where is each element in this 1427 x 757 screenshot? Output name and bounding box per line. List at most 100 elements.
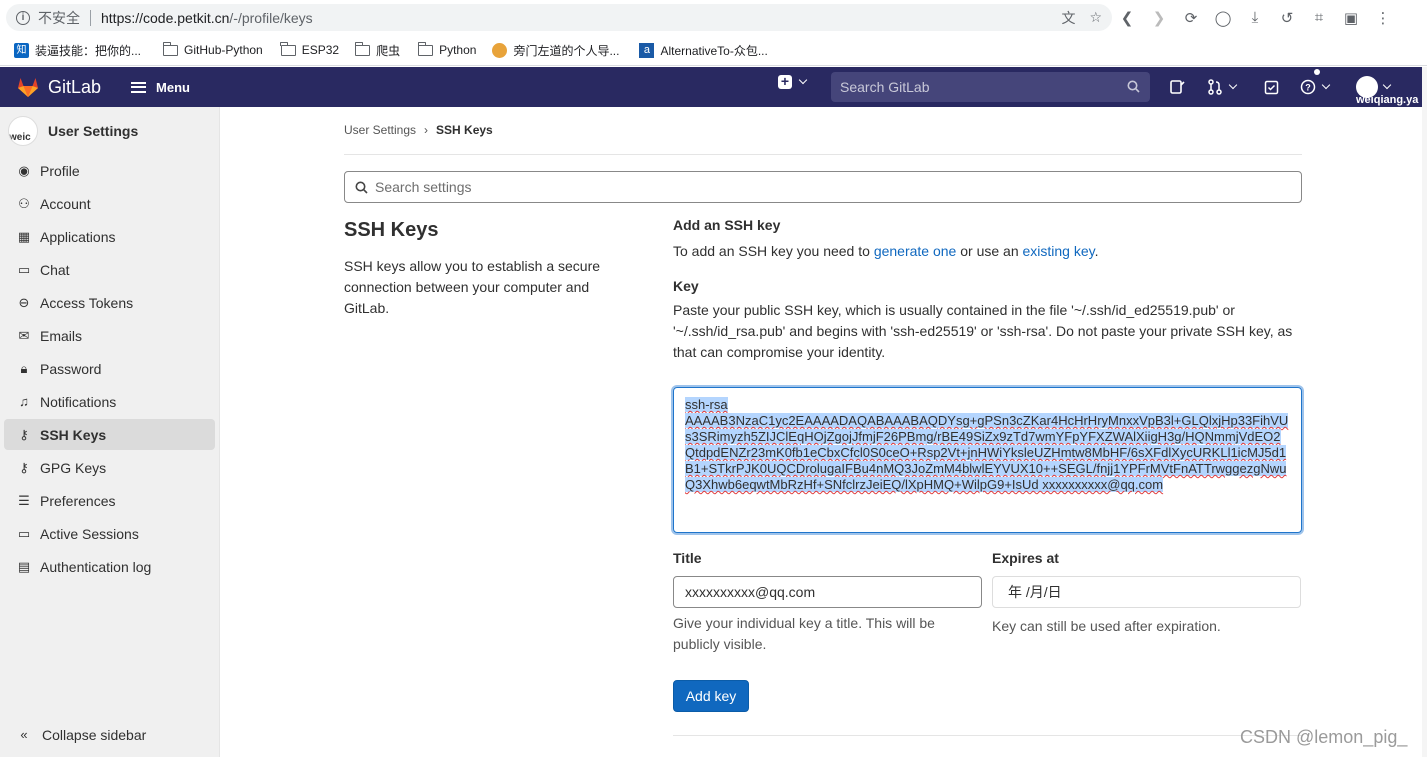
sidebar-item-chat[interactable]: ▭ Chat <box>4 254 215 285</box>
collapse-sidebar-button[interactable]: « Collapse sidebar <box>4 719 146 750</box>
more-icon[interactable]: ⋮ <box>1367 0 1399 35</box>
settings-sidebar: weic User Settings ◉ Profile ⚇ Account ▦ Ap… <box>0 107 220 757</box>
bookmark[interactable]: a AlternativeTo-众包... <box>639 40 768 60</box>
log-icon: ▤ <box>17 558 31 574</box>
bookmark[interactable]: GitHub-Python <box>162 40 263 60</box>
back-extension-icon[interactable]: ❮ <box>1111 0 1143 35</box>
forward-extension-icon[interactable]: ❯ <box>1143 0 1175 35</box>
chat-icon: ▭ <box>17 261 31 277</box>
bookmark[interactable]: 爬虫 <box>354 40 401 60</box>
search-placeholder: Search GitLab <box>840 79 930 95</box>
merge-requests-icon[interactable] <box>1207 77 1238 97</box>
bookmark-label: GitHub-Python <box>184 43 263 57</box>
notification-dot <box>1314 69 1320 75</box>
add-key-button[interactable]: Add key <box>673 680 749 712</box>
alternativeto-icon: a <box>639 42 655 58</box>
undo-icon[interactable]: ↺ <box>1271 0 1303 35</box>
search-icon <box>1127 80 1140 96</box>
sidebar-item-label: Notifications <box>40 393 117 410</box>
search-gitlab-input[interactable]: Search GitLab <box>831 72 1150 102</box>
menu-button[interactable]: Menu <box>131 80 190 95</box>
bell-icon: ♫ <box>19 394 29 409</box>
hamburger-icon <box>131 81 147 93</box>
key-icon: ⚷ <box>19 426 29 442</box>
bookmark-label: 装逼技能：把你的... <box>35 43 142 58</box>
chevron-down-icon <box>798 75 808 85</box>
expires-label: Expires at <box>992 550 1059 566</box>
sidebar-item-label: Profile <box>40 162 80 179</box>
chevron-down-icon <box>1382 80 1392 90</box>
section-description: SSH keys allow you to establish a secure… <box>344 258 601 316</box>
sidebar-item-active-sessions[interactable]: ▭ Active Sessions <box>4 518 215 549</box>
expires-date-input[interactable]: 年 /月/日 <box>992 576 1301 608</box>
bookmark-label: AlternativeTo-众包... <box>660 43 768 58</box>
form-intro: To add an SSH key you need to generate o… <box>673 241 1302 262</box>
info-icon[interactable]: i <box>16 10 30 25</box>
sidebar-item-label: Applications <box>40 228 116 245</box>
sidebar-item-label: Password <box>40 360 102 377</box>
intro-text: or use an <box>956 243 1023 259</box>
profile-extension-icon[interactable]: ◯ <box>1207 0 1239 35</box>
generate-one-link[interactable]: generate one <box>874 243 957 259</box>
sidebar-item-password[interactable]: 🔒︎ Password <box>4 353 215 384</box>
sidebar-item-ssh-keys[interactable]: ⚷ SSH Keys <box>4 419 215 450</box>
gitlab-logo[interactable]: GitLab <box>16 75 101 99</box>
crop-icon[interactable]: ⌗ <box>1303 0 1335 35</box>
divider <box>90 9 91 26</box>
url-host: https://code.petkit.cn <box>101 9 230 26</box>
image-icon[interactable]: ▣ <box>1335 0 1367 35</box>
star-icon[interactable]: ☆ <box>1089 9 1102 26</box>
url-text[interactable]: https://code.petkit.cn/-/profile/keys <box>101 10 313 26</box>
search-icon <box>355 181 368 194</box>
title-input[interactable]: xxxxxxxxxx@qq.com <box>673 576 982 608</box>
sidebar-item-preferences[interactable]: ☰ Preferences <box>4 485 215 516</box>
add-ssh-key-form: Add an SSH key To add an SSH key you nee… <box>673 217 1302 712</box>
bookmark[interactable]: 旁门左道的个人导... <box>492 40 619 60</box>
bookmark-label: 爬虫 <box>376 43 401 58</box>
cat-icon <box>492 42 508 58</box>
page-scrollbar[interactable] <box>1422 67 1427 757</box>
sidebar-item-emails[interactable]: ✉ Emails <box>4 320 215 351</box>
sidebar-item-label: Preferences <box>40 492 116 509</box>
mail-icon: ✉ <box>18 327 30 343</box>
chevron-down-icon <box>1228 80 1238 90</box>
bookmark[interactable]: ESP32 <box>280 40 340 60</box>
bookmark-label: Python <box>439 43 477 57</box>
bookmark-label: ESP32 <box>301 43 340 57</box>
bookmark[interactable]: Python <box>417 40 477 60</box>
title-label: Title <box>673 550 702 566</box>
avatar: weic <box>8 116 38 146</box>
sidebar-item-authentication-log[interactable]: ▤ Authentication log <box>4 551 215 582</box>
existing-key-link[interactable]: existing key <box>1023 243 1095 259</box>
user-circle-icon: ◉ <box>18 162 30 178</box>
sidebar-item-access-tokens[interactable]: ⊖ Access Tokens <box>4 287 215 318</box>
key-icon: ⚷ <box>19 459 29 475</box>
reload-extension-icon[interactable]: ⟳ <box>1175 0 1207 35</box>
new-dropdown-button[interactable]: + <box>778 74 808 89</box>
token-icon: ⊖ <box>18 294 30 310</box>
page-title: SSH Keys <box>344 219 439 241</box>
plus-icon: + <box>778 74 792 89</box>
download-icon[interactable]: ⤓ <box>1239 0 1271 35</box>
sidebar-item-notifications[interactable]: ♫ Notifications <box>4 386 215 417</box>
search-settings-input[interactable]: Search settings <box>344 171 1302 203</box>
help-icon[interactable]: ? <box>1300 77 1331 97</box>
sidebar-item-applications[interactable]: ▦ Applications <box>4 221 215 252</box>
sidebar-item-account[interactable]: ⚇ Account <box>4 188 215 219</box>
sidebar-item-profile[interactable]: ◉ Profile <box>4 155 215 186</box>
sidebar-header[interactable]: weic User Settings <box>0 107 219 155</box>
chevron-down-icon <box>1321 80 1331 90</box>
address-bar[interactable]: i 不安全 https://code.petkit.cn/-/profile/k… <box>6 4 1112 31</box>
gitlab-header: GitLab Menu + Search GitLab ? weiqiang.y… <box>0 67 1427 107</box>
todos-icon[interactable] <box>1264 77 1279 97</box>
tanuki-icon <box>18 78 38 97</box>
preferences-icon: ☰ <box>18 492 30 508</box>
breadcrumb-parent[interactable]: User Settings <box>344 123 416 137</box>
issues-icon[interactable] <box>1169 77 1185 97</box>
translate-icon[interactable]: 文 <box>1061 8 1075 28</box>
sidebar-item-gpg-keys[interactable]: ⚷ GPG Keys <box>4 452 215 483</box>
bookmark[interactable]: 知装逼技能：把你的... <box>14 40 141 60</box>
key-textarea[interactable]: ssh-rsa AAAAB3NzaC1yc2EAAAADAQABAAABAQDY… <box>673 387 1302 533</box>
extension-icons: ❮ ❯ ⟳ ◯ ⤓ ↺ ⌗ ▣ ⋮ <box>1111 0 1399 35</box>
insecure-label: 不安全 <box>38 9 80 26</box>
